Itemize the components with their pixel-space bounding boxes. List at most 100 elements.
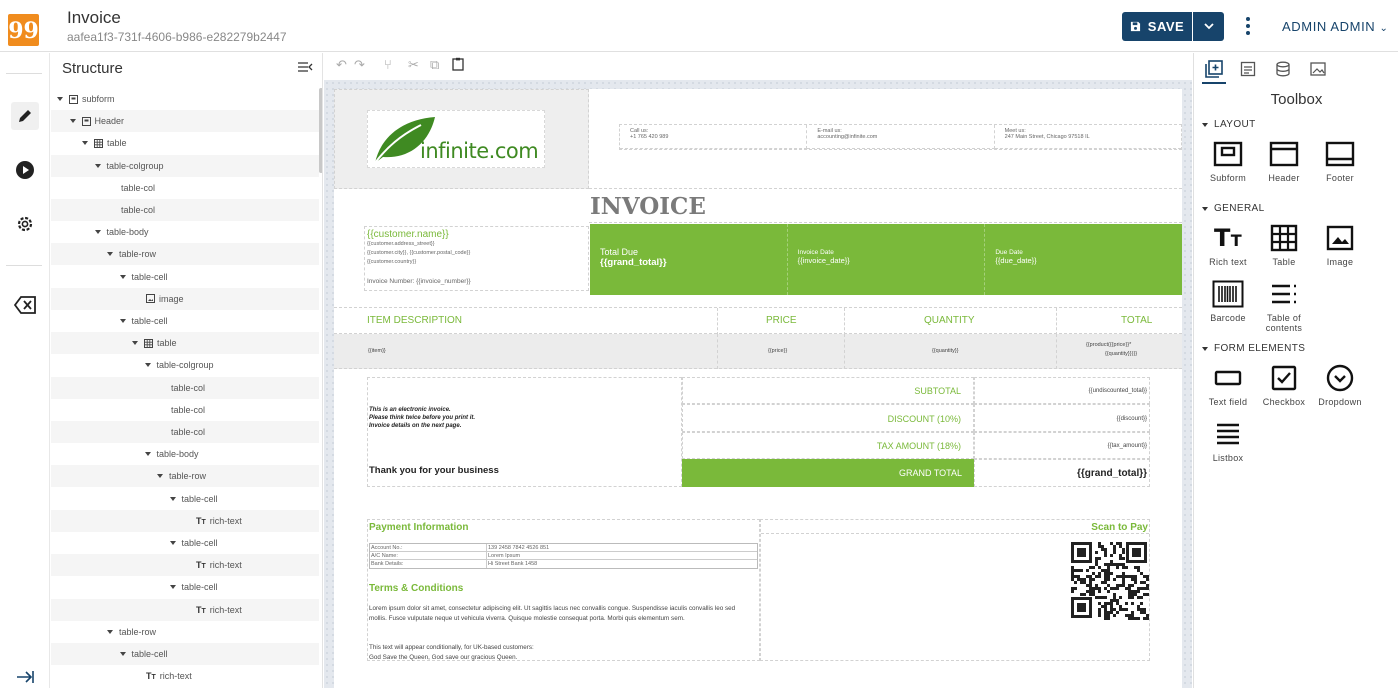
table-tool[interactable]: Table xyxy=(1256,223,1312,267)
expand-arrow-icon[interactable] xyxy=(157,474,163,479)
customer-block[interactable]: {{customer.name}} {{customer.address_str… xyxy=(364,226,589,291)
merge-icon[interactable]: ⑂ xyxy=(384,57,392,72)
play-icon[interactable] xyxy=(13,158,37,182)
edit-icon[interactable] xyxy=(11,102,39,130)
cut-icon[interactable]: ✂ xyxy=(408,57,419,73)
expand-arrow-icon[interactable] xyxy=(119,652,126,656)
expand-arrow-icon[interactable] xyxy=(107,629,113,634)
text-field-tool[interactable]: Text field xyxy=(1200,363,1256,407)
rich-text-tool[interactable]: TT Rich text xyxy=(1200,223,1256,267)
image-tab-icon[interactable] xyxy=(1308,59,1328,79)
listbox-tool[interactable]: Listbox xyxy=(1200,419,1256,463)
expand-arrow-icon[interactable] xyxy=(119,274,126,279)
tree-node[interactable]: table-body xyxy=(51,221,319,243)
expand-arrow-icon[interactable] xyxy=(69,119,76,124)
expand-arrow-icon[interactable] xyxy=(132,341,138,346)
tree-node[interactable]: table-cell xyxy=(51,532,319,554)
expand-arrow-icon[interactable] xyxy=(169,496,176,501)
tree-node[interactable]: table-col xyxy=(51,399,319,421)
tree-node[interactable]: table-col xyxy=(51,199,319,221)
tree-node[interactable]: TT rich-text xyxy=(51,598,319,621)
section-layout[interactable]: LAYOUT xyxy=(1202,119,1256,130)
logo-cell[interactable]: infinite.com xyxy=(334,89,589,189)
expand-arrow-icon[interactable] xyxy=(169,585,176,590)
redo-icon[interactable]: ↷ xyxy=(354,57,365,73)
invoice-page[interactable]: infinite.com Call us: +1 765 420 989 E-ma… xyxy=(334,89,1182,688)
tree-node[interactable]: table-cell xyxy=(51,488,319,510)
expand-arrow-icon[interactable] xyxy=(57,97,63,101)
expand-icon[interactable] xyxy=(13,665,37,689)
expand-arrow-icon[interactable] xyxy=(119,319,126,323)
database-tab-icon[interactable] xyxy=(1273,59,1293,79)
add-element-tab-icon[interactable] xyxy=(1204,59,1224,79)
tree-node[interactable]: TT rich-text xyxy=(51,554,319,577)
section-form-elements[interactable]: FORM ELEMENTS xyxy=(1202,343,1305,354)
more-options-button[interactable] xyxy=(1240,13,1256,39)
save-options-button[interactable] xyxy=(1193,12,1224,41)
tree-node[interactable]: table-cell xyxy=(51,266,319,288)
subform-icon xyxy=(1213,141,1243,167)
contact-cell[interactable]: Call us: +1 765 420 989 E-mail us: account… xyxy=(589,89,1182,189)
row-item: {{item}} xyxy=(368,348,386,354)
design-canvas[interactable]: infinite.com Call us: +1 765 420 989 E-ma… xyxy=(324,80,1192,688)
tree-node[interactable]: Header xyxy=(51,110,319,133)
tree-node[interactable]: image xyxy=(51,287,319,310)
notes-cell[interactable]: This is an electronic invoice. Please th… xyxy=(367,377,682,487)
invoice-title[interactable]: INVOICE xyxy=(590,193,706,220)
tree-node[interactable]: table xyxy=(51,332,319,355)
tree-node[interactable]: table-row xyxy=(51,621,319,643)
collapse-panel-icon[interactable] xyxy=(297,61,313,73)
tree-node[interactable]: table-cell xyxy=(51,643,319,665)
tree-node[interactable]: table-row xyxy=(51,465,319,488)
app-logo[interactable]: 99 xyxy=(8,14,39,46)
image-icon xyxy=(146,294,155,304)
tree-node[interactable]: table-colgroup xyxy=(51,354,319,376)
tree-node[interactable]: table-col xyxy=(51,421,319,443)
expand-arrow-icon[interactable] xyxy=(107,252,113,257)
tree-node[interactable]: TT rich-text xyxy=(51,509,319,532)
save-button[interactable]: SAVE xyxy=(1122,12,1192,41)
header-tool[interactable]: Header xyxy=(1256,139,1312,183)
expand-arrow-icon[interactable] xyxy=(169,541,176,545)
conditional-text: God Save the Queen, God save our graciou… xyxy=(369,654,518,661)
subform-tool[interactable]: Subform xyxy=(1200,139,1256,183)
scan-cell[interactable]: Scan to Pay xyxy=(760,519,1150,661)
tree-node[interactable]: table-col xyxy=(51,376,319,399)
company-logo[interactable]: infinite.com xyxy=(367,110,545,168)
footer-tool[interactable]: Footer xyxy=(1312,139,1368,183)
tree-node[interactable]: table-col xyxy=(51,177,319,199)
customer-country: {{customer.country}} xyxy=(367,259,417,265)
expand-arrow-icon[interactable] xyxy=(144,452,151,457)
items-data-row[interactable]: {{item}} {{price}} {{quantity}} {{produc… xyxy=(334,334,1182,369)
user-menu[interactable]: ADMIN ADMIN ⌄ xyxy=(1282,19,1388,34)
payment-cell[interactable]: Payment Information Account No.: 139 2458… xyxy=(367,519,760,661)
paste-icon[interactable] xyxy=(452,57,464,71)
expand-arrow-icon[interactable] xyxy=(94,163,101,168)
dropdown-tool[interactable]: Dropdown xyxy=(1312,363,1368,407)
tree-node[interactable]: table xyxy=(51,132,319,154)
properties-tab-icon[interactable] xyxy=(1238,59,1258,79)
tree-node[interactable]: table-colgroup xyxy=(51,154,319,177)
tree-node[interactable]: table-row xyxy=(51,243,319,266)
undo-icon[interactable]: ↶ xyxy=(336,57,347,73)
clear-icon[interactable] xyxy=(13,293,37,317)
settings-icon[interactable] xyxy=(13,212,37,236)
expand-arrow-icon[interactable] xyxy=(82,141,88,146)
checkbox-tool[interactable]: Checkbox xyxy=(1256,363,1312,407)
tree-node[interactable]: subform xyxy=(51,88,319,110)
toc-tool[interactable]: Table of contents xyxy=(1256,279,1312,333)
tree-node[interactable]: table-body xyxy=(51,443,319,465)
tree-node[interactable]: TT rich-text xyxy=(51,665,319,687)
image-tool[interactable]: Image xyxy=(1312,223,1368,267)
summary-table[interactable]: SUBTOTAL {{undiscounted_total}} DISCOUNT… xyxy=(682,377,1150,487)
scrollbar[interactable] xyxy=(319,88,322,173)
items-header-row[interactable]: ITEM DESCRIPTION PRICE QUANTITY TOTAL xyxy=(334,307,1182,335)
tree-node[interactable]: table-cell xyxy=(51,310,319,332)
barcode-tool[interactable]: Barcode xyxy=(1200,279,1256,323)
expand-arrow-icon[interactable] xyxy=(144,363,151,368)
tree-node[interactable]: table-cell xyxy=(51,576,319,598)
copy-icon[interactable]: ⧉ xyxy=(430,57,439,73)
expand-arrow-icon[interactable] xyxy=(94,230,101,235)
section-general[interactable]: GENERAL xyxy=(1202,203,1265,214)
totals-banner[interactable]: Total Due {{grand_total}} Invoice Date {{i… xyxy=(590,224,1182,295)
